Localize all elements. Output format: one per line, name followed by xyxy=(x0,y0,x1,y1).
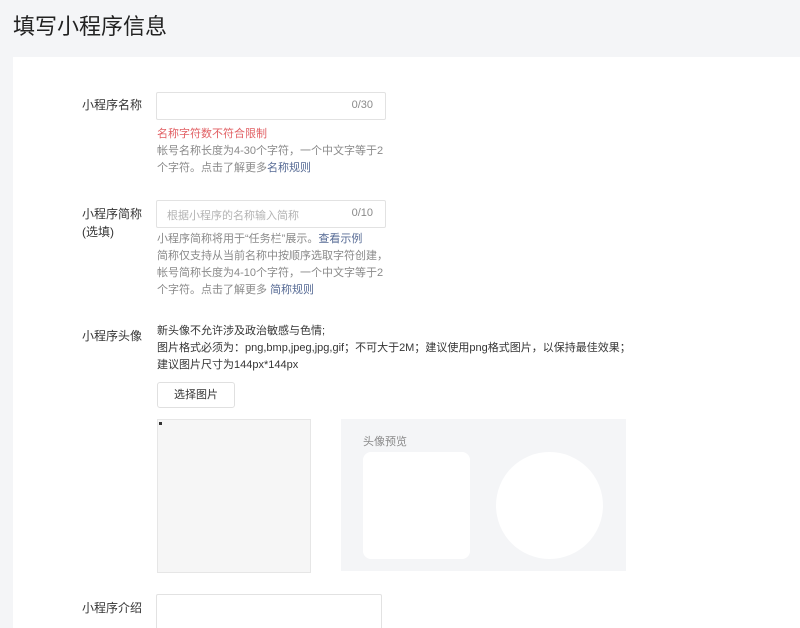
short-name-tip-text1: 小程序简称将用于“任务栏”展示。 xyxy=(157,233,319,245)
page-title: 填写小程序信息 xyxy=(13,14,168,39)
short-name-counter: 0/10 xyxy=(351,207,373,219)
name-input[interactable]: 0/30 xyxy=(156,92,386,120)
short-name-tip-line1: 小程序简称将用于“任务栏”展示。查看示例 xyxy=(157,231,388,248)
view-example-link[interactable]: 查看示例 xyxy=(318,233,362,245)
preview-title: 头像预览 xyxy=(363,436,407,448)
intro-label: 小程序介绍 xyxy=(82,601,143,615)
short-name-tip: 小程序简称将用于“任务栏”展示。查看示例 简称仅支持从当前名称中按顺序选取字符创… xyxy=(157,231,388,299)
avatar-desc-line2: 图片格式必须为：png,bmp,jpeg,jpg,gif；不可大于2M；建议使用… xyxy=(157,342,631,354)
short-name-tip-line2: 简称仅支持从当前名称中按顺序选取字符创建， xyxy=(157,250,388,262)
avatar-label: 小程序头像 xyxy=(82,329,143,343)
name-tip-line1: 帐号名称长度为4-30个字符，一个中文字等于2 xyxy=(157,145,384,157)
crop-handle[interactable] xyxy=(159,422,162,425)
name-counter: 0/30 xyxy=(351,99,373,111)
name-rules-link[interactable]: 名称规则 xyxy=(267,162,311,174)
round-avatar-preview xyxy=(496,452,603,559)
short-name-label: 小程序简称 (选填) xyxy=(82,205,142,241)
short-name-rules-link[interactable]: 简称规则 xyxy=(270,284,314,296)
avatar-preview: 头像预览 xyxy=(341,419,626,571)
select-image-button[interactable]: 选择图片 xyxy=(157,382,235,408)
avatar-desc-line1: 新头像不允许涉及政治敏感与色情; xyxy=(157,325,326,337)
intro-textarea[interactable] xyxy=(156,594,382,628)
short-name-input[interactable]: 根据小程序的名称输入简称 0/10 xyxy=(156,200,386,228)
short-name-tip-text4: 个字符。点击了解更多 xyxy=(157,284,271,296)
square-avatar-preview xyxy=(363,452,470,559)
avatar-crop-area[interactable] xyxy=(157,419,311,573)
name-error: 名称字符数不符合限制 xyxy=(157,128,267,140)
name-label: 小程序名称 xyxy=(82,98,143,112)
short-name-tip-line3: 帐号简称长度为4-10个字符，一个中文字等于2 xyxy=(157,267,384,279)
name-tip-text: 个字符。点击了解更多 xyxy=(157,162,267,174)
short-name-optional: (选填) xyxy=(82,225,114,239)
name-tip-line2: 个字符。点击了解更多名称规则 xyxy=(157,160,383,177)
name-tip: 帐号名称长度为4-30个字符，一个中文字等于2 个字符。点击了解更多名称规则 xyxy=(157,143,383,177)
short-name-tip-line4: 个字符。点击了解更多 简称规则 xyxy=(157,282,388,299)
short-name-label-text: 小程序简称 xyxy=(82,207,143,221)
short-name-placeholder: 根据小程序的名称输入简称 xyxy=(167,210,299,222)
avatar-description: 新头像不允许涉及政治敏感与色情; 图片格式必须为：png,bmp,jpeg,jp… xyxy=(157,323,631,374)
avatar-desc-line3: 建议图片尺寸为144px*144px xyxy=(157,359,299,371)
